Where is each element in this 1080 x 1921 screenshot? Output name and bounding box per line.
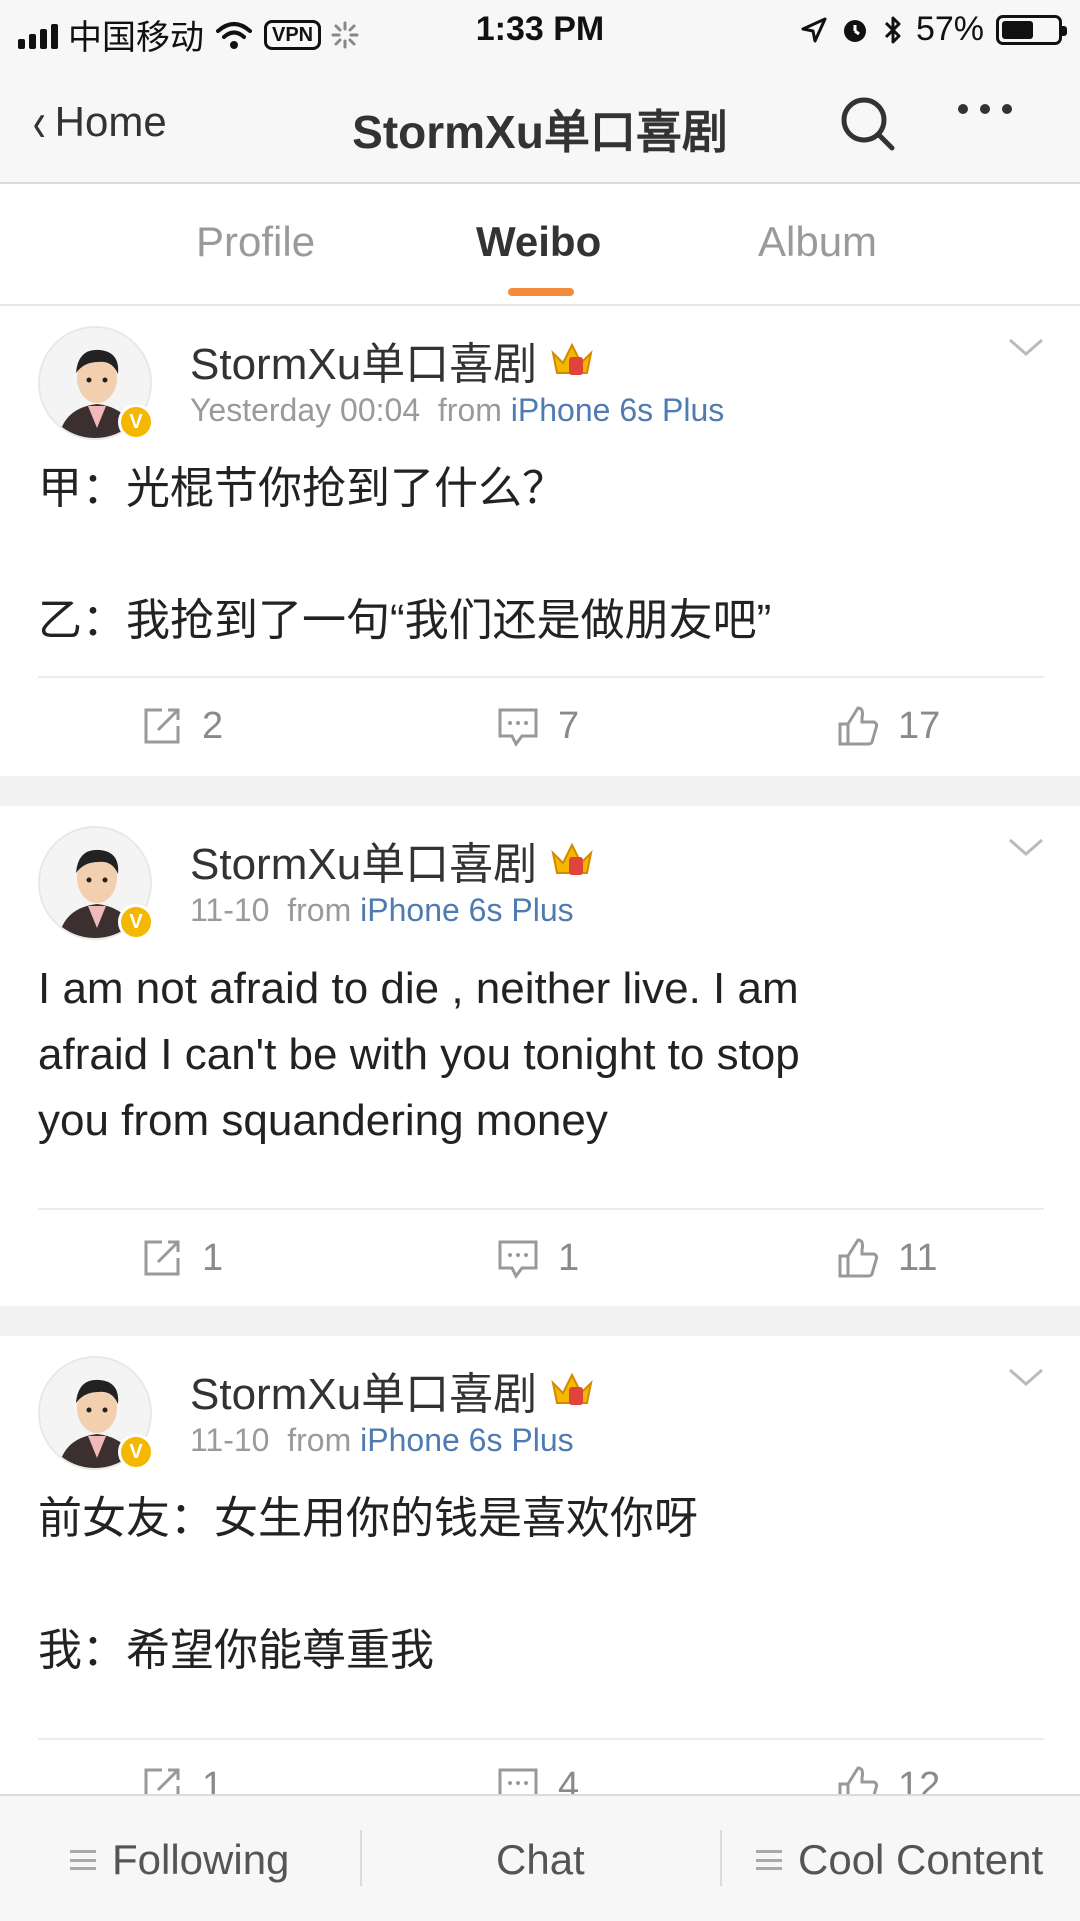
post-source-link[interactable]: iPhone 6s Plus <box>511 392 724 428</box>
search-icon[interactable] <box>838 94 898 154</box>
divider <box>360 1830 362 1886</box>
comment-count: 7 <box>558 704 580 747</box>
cool-content-label: Cool Content <box>798 1836 1044 1883</box>
location-arrow-icon <box>801 17 827 42</box>
cool-content-button[interactable]: Cool Content <box>756 1836 1043 1884</box>
post-username[interactable]: StormXu单口喜剧 <box>190 1358 595 1422</box>
profile-tabs: Profile Weibo Album <box>0 184 1080 306</box>
repost-count: 2 <box>202 704 224 747</box>
chevron-down-icon[interactable] <box>1006 828 1046 868</box>
post-actions: 1 1 11 <box>0 1236 1080 1326</box>
tab-profile[interactable]: Profile <box>196 218 315 266</box>
divider <box>38 676 1044 678</box>
post-line: 我：希望你能尊重我 <box>38 1626 434 1675</box>
divider <box>720 1830 722 1886</box>
feed-post[interactable]: V StormXu单口喜剧 Yesterday 00:04 from iPhon… <box>0 306 1080 776</box>
following-button[interactable]: Following <box>70 1836 289 1884</box>
post-line: you from squandering money <box>38 1096 608 1145</box>
verified-badge-icon: V <box>118 904 154 940</box>
post-line: I am not afraid to die , neither live. I… <box>38 964 799 1013</box>
verified-badge-icon: V <box>118 1434 154 1470</box>
post-line: 甲：光棍节你抢到了什么？ <box>38 464 566 513</box>
post-line: 乙：我抢到了一句“我们还是做朋友吧” <box>38 596 772 645</box>
repost-icon <box>144 708 180 744</box>
repost-button[interactable]: 2 <box>140 704 223 748</box>
page-title: StormXu单口喜剧 <box>352 106 728 158</box>
following-label: Following <box>112 1836 290 1883</box>
post-source-link[interactable]: iPhone 6s Plus <box>360 1422 573 1458</box>
feed-post[interactable]: V StormXu单口喜剧 11-10 from iPhone 6s Plus … <box>0 1336 1080 1807</box>
post-username[interactable]: StormXu单口喜剧 <box>190 328 595 392</box>
post-body: 甲：光棍节你抢到了什么？ 乙：我抢到了一句“我们还是做朋友吧” <box>38 456 1048 654</box>
post-meta: 11-10 from iPhone 6s Plus <box>190 1422 574 1459</box>
feed-post[interactable]: V StormXu单口喜剧 11-10 from iPhone 6s Plus … <box>0 806 1080 1306</box>
tab-weibo[interactable]: Weibo <box>476 218 601 266</box>
weibo-profile-page: 中国移动 VPN 1:33 PM 57% ‹ Home StormXu单口喜剧 … <box>0 0 1080 1921</box>
battery-percent: 57% <box>915 10 984 48</box>
comment-icon <box>498 1240 538 1279</box>
bluetooth-icon <box>884 16 901 43</box>
comment-count: 1 <box>558 1236 580 1279</box>
chat-button[interactable]: Chat <box>496 1836 585 1884</box>
post-line: 前女友：女生用你的钱是喜欢你呀 <box>38 1494 698 1543</box>
username-text: StormXu单口喜剧 <box>190 840 538 889</box>
post-username[interactable]: StormXu单口喜剧 <box>190 828 595 892</box>
crown-member-icon <box>551 342 593 375</box>
like-count: 17 <box>898 704 941 747</box>
divider <box>38 1738 1044 1740</box>
post-body: 前女友：女生用你的钱是喜欢你呀 我：希望你能尊重我 <box>38 1486 1048 1684</box>
post-from-label: from <box>437 392 502 428</box>
divider <box>38 1208 1044 1210</box>
post-time: 11-10 <box>190 1422 270 1458</box>
chevron-down-icon[interactable] <box>1006 328 1046 368</box>
repost-count: 1 <box>202 1236 224 1279</box>
alarm-icon <box>843 19 866 42</box>
thumbs-up-icon <box>838 706 879 746</box>
like-button[interactable]: 17 <box>836 704 940 748</box>
comment-button[interactable]: 7 <box>496 704 579 748</box>
more-options-icon[interactable] <box>958 104 1012 114</box>
post-from-label: from <box>287 1422 352 1458</box>
thumbs-up-icon <box>838 1238 879 1278</box>
status-bar: 中国移动 VPN 1:33 PM 57% <box>0 0 1080 62</box>
menu-icon <box>70 1850 96 1870</box>
verified-badge-icon: V <box>118 404 154 440</box>
chat-label: Chat <box>496 1836 585 1883</box>
comment-button[interactable]: 1 <box>496 1236 579 1280</box>
like-button[interactable]: 11 <box>836 1236 937 1280</box>
crown-member-icon <box>551 842 593 875</box>
post-line <box>38 522 1048 588</box>
crown-member-icon <box>551 1372 593 1405</box>
post-from-label: from <box>287 892 352 928</box>
chevron-down-icon[interactable] <box>1006 1358 1046 1398</box>
status-right: 57% <box>800 10 1067 49</box>
like-count: 11 <box>898 1236 938 1279</box>
tab-album[interactable]: Album <box>758 218 877 266</box>
battery-icon <box>996 14 1067 45</box>
repost-icon <box>144 1240 180 1276</box>
post-source-link[interactable]: iPhone 6s Plus <box>360 892 573 928</box>
username-text: StormXu单口喜剧 <box>190 340 538 389</box>
navigation-bar: ‹ Home StormXu单口喜剧 <box>0 62 1080 184</box>
post-time: Yesterday 00:04 <box>190 392 421 428</box>
post-meta: 11-10 from iPhone 6s Plus <box>190 892 574 929</box>
bottom-bar: Following Chat Cool Content <box>0 1794 1080 1921</box>
active-tab-indicator <box>508 288 574 296</box>
post-line: afraid I can't be with you tonight to st… <box>38 1030 800 1079</box>
post-actions: 2 7 17 <box>0 704 1080 794</box>
menu-icon <box>756 1850 782 1870</box>
post-body: I am not afraid to die , neither live. I… <box>38 956 1048 1154</box>
comment-icon <box>498 708 538 747</box>
username-text: StormXu单口喜剧 <box>190 1370 538 1419</box>
repost-button[interactable]: 1 <box>140 1236 223 1280</box>
post-time: 11-10 <box>190 892 270 928</box>
post-line <box>38 1552 1048 1618</box>
post-meta: Yesterday 00:04 from iPhone 6s Plus <box>190 392 724 429</box>
